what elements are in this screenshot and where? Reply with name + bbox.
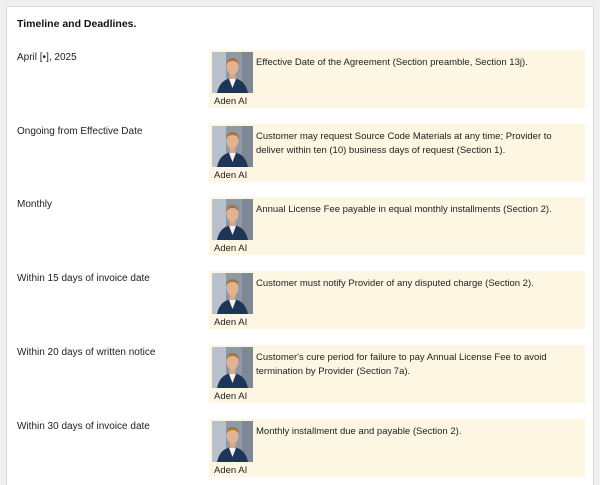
deadline-date: Within 30 days of invoice date: [17, 421, 150, 432]
timeline-row: Within 30 days of invoice date Aden AI M…: [7, 419, 593, 479]
avatar: [212, 126, 253, 167]
timeline-card: Timeline and Deadlines. April [•], 2025 …: [6, 6, 594, 485]
comment-card[interactable]: Aden AI Customer must notify Provider of…: [209, 271, 585, 329]
deadline-date: April [•], 2025: [17, 52, 77, 63]
comment-author: Aden AI: [214, 243, 248, 254]
comment-text: Customer may request Source Code Materia…: [256, 131, 552, 156]
comment-text: Monthly installment due and payable (Sec…: [256, 426, 462, 437]
section-title: Timeline and Deadlines.: [17, 18, 137, 30]
comment-card[interactable]: Aden AI Effective Date of the Agreement …: [209, 50, 585, 108]
timeline-row: Monthly Aden AI Annual License Fee payab…: [7, 197, 593, 257]
person-avatar-icon: [212, 52, 253, 93]
person-avatar-icon: [212, 199, 253, 240]
comment-author: Aden AI: [214, 391, 248, 402]
timeline-row: Ongoing from Effective Date Aden AI Cust…: [7, 124, 593, 184]
avatar: [212, 273, 253, 314]
comment-text: Customer's cure period for failure to pa…: [256, 352, 547, 377]
comment-author: Aden AI: [214, 465, 248, 476]
person-avatar-icon: [212, 347, 253, 388]
comment-card[interactable]: Aden AI Monthly installment due and paya…: [209, 419, 585, 477]
avatar: [212, 52, 253, 93]
avatar: [212, 347, 253, 388]
comment-author: Aden AI: [214, 170, 248, 181]
deadline-date: Ongoing from Effective Date: [17, 126, 143, 137]
comment-text: Customer must notify Provider of any dis…: [256, 278, 534, 289]
comment-author: Aden AI: [214, 317, 248, 328]
comment-card[interactable]: Aden AI Customer's cure period for failu…: [209, 345, 585, 403]
person-avatar-icon: [212, 126, 253, 167]
avatar: [212, 421, 253, 462]
comment-card[interactable]: Aden AI Customer may request Source Code…: [209, 124, 585, 182]
timeline-row: April [•], 2025 Aden AI Effective Date o…: [7, 50, 593, 110]
person-avatar-icon: [212, 421, 253, 462]
comment-text: Annual License Fee payable in equal mont…: [256, 204, 552, 215]
comment-author: Aden AI: [214, 96, 248, 107]
deadline-date: Within 20 days of written notice: [17, 347, 156, 358]
deadline-date: Monthly: [17, 199, 53, 210]
person-avatar-icon: [212, 273, 253, 314]
timeline-row: Within 20 days of written notice Aden AI…: [7, 345, 593, 405]
comment-card[interactable]: Aden AI Annual License Fee payable in eq…: [209, 197, 585, 255]
deadline-date: Within 15 days of invoice date: [17, 273, 150, 284]
timeline-row: Within 15 days of invoice date Aden AI C…: [7, 271, 593, 331]
comment-text: Effective Date of the Agreement (Section…: [256, 57, 528, 68]
avatar: [212, 199, 253, 240]
